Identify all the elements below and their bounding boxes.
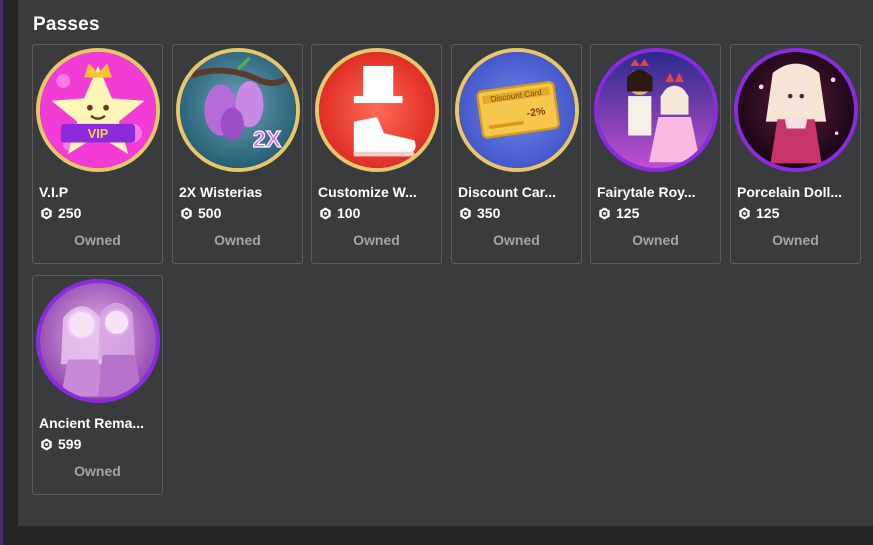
pass-price: 100 <box>337 205 361 221</box>
ancient-remains-icon <box>36 279 160 403</box>
pass-card-2x-wisterias[interactable]: 2X 2X Wisterias 500 Owned <box>172 44 303 264</box>
pass-card-fairytale-royals[interactable]: Fairytale Roy... 125 Owned <box>590 44 721 264</box>
shoe-hat-icon <box>315 48 439 172</box>
pass-card-porcelain-doll[interactable]: Porcelain Doll... 125 Owned <box>730 44 861 264</box>
owned-label: Owned <box>772 232 819 248</box>
price-row: 125 <box>738 205 779 221</box>
robux-icon <box>41 437 52 451</box>
porcelain-doll-icon <box>734 48 858 172</box>
owned-label: Owned <box>632 232 679 248</box>
discount-card-icon: Discount Card -2% <box>455 48 579 172</box>
robux-icon <box>599 206 610 220</box>
pass-price: 350 <box>477 205 501 221</box>
wisteria-2x-icon: 2X <box>176 48 300 172</box>
fairytale-royals-icon <box>594 48 718 172</box>
pass-price: 250 <box>58 205 82 221</box>
pass-price: 599 <box>58 436 82 452</box>
left-accent-bar <box>0 0 3 545</box>
owned-label: Owned <box>493 232 540 248</box>
pass-name: Discount Car... <box>458 184 557 200</box>
pass-card-customize[interactable]: Customize W... 100 Owned <box>311 44 442 264</box>
price-row: 125 <box>598 205 639 221</box>
owned-label: Owned <box>214 232 261 248</box>
svg-text:2X: 2X <box>253 126 282 152</box>
pass-name: 2X Wisterias <box>179 184 263 200</box>
svg-text:VIP: VIP <box>88 126 109 141</box>
robux-icon <box>181 206 192 220</box>
pass-name: Customize W... <box>318 184 417 200</box>
pass-price: 500 <box>198 205 222 221</box>
price-row: 500 <box>180 205 221 221</box>
pass-name: Porcelain Doll... <box>737 184 843 200</box>
price-row: 250 <box>40 205 81 221</box>
robux-icon <box>41 206 52 220</box>
owned-label: Owned <box>353 232 400 248</box>
owned-label: Owned <box>74 232 121 248</box>
vip-star-crown-icon: VIP <box>36 48 160 172</box>
price-row: 599 <box>40 436 81 452</box>
pass-card-ancient-remains[interactable]: Ancient Rema... 599 Owned <box>32 275 163 495</box>
price-row: 350 <box>459 205 500 221</box>
robux-icon <box>739 206 750 220</box>
pass-card-discount-card[interactable]: Discount Card -2% Discount Car... 350 Ow… <box>451 44 582 264</box>
pass-price: 125 <box>756 205 780 221</box>
section-title: Passes <box>33 14 100 35</box>
robux-icon <box>460 206 471 220</box>
robux-icon <box>320 206 331 220</box>
pass-name: Fairytale Roy... <box>597 184 696 200</box>
price-row: 100 <box>319 205 360 221</box>
pass-name: Ancient Rema... <box>39 415 145 431</box>
pass-price: 125 <box>616 205 640 221</box>
owned-label: Owned <box>74 463 121 479</box>
pass-card-vip[interactable]: VIP V.I.P 250 Owned <box>32 44 163 264</box>
pass-name: V.I.P <box>39 184 69 200</box>
